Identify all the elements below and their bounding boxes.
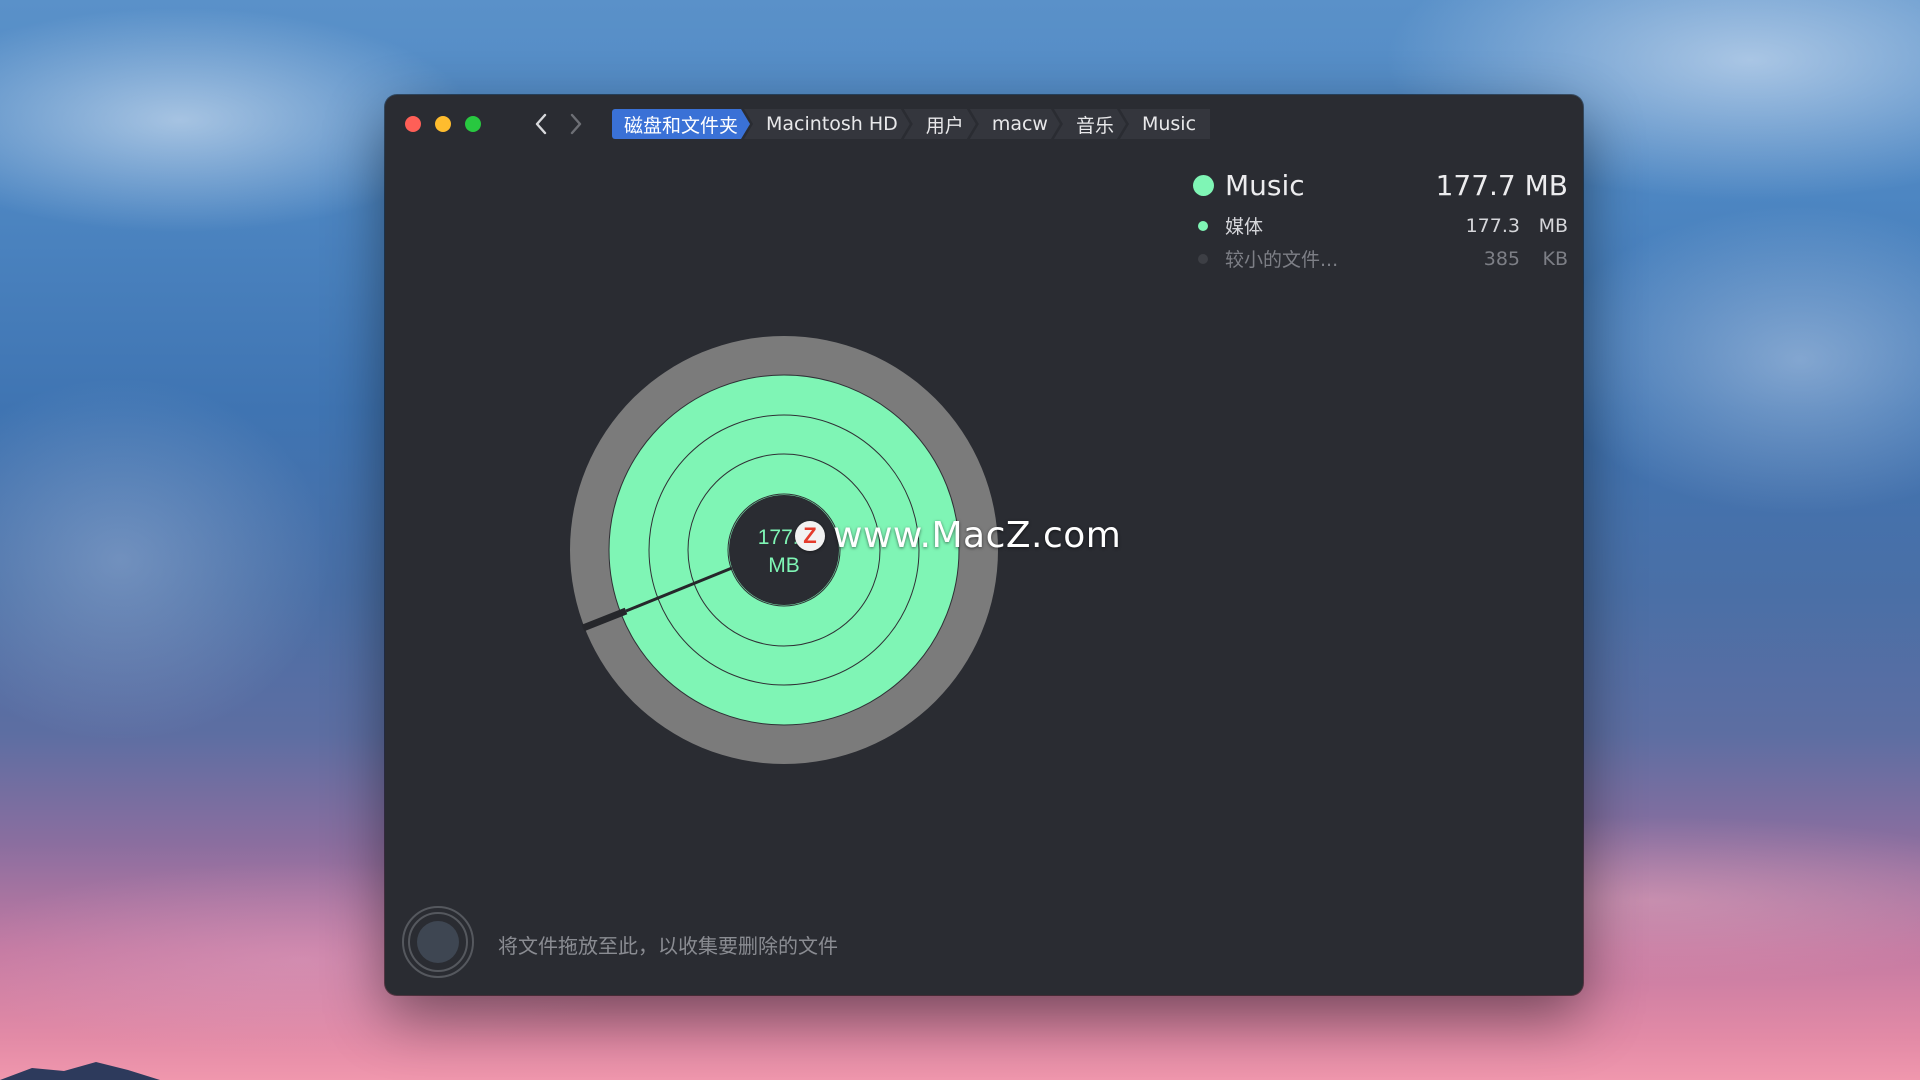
legend-item-unit: KB [1542, 247, 1569, 270]
breadcrumb-item-users[interactable]: 用户 [904, 109, 976, 139]
breadcrumb-item-macintosh-hd[interactable]: Macintosh HD [744, 109, 910, 139]
watermark-logo-letter: Z [803, 522, 817, 548]
breadcrumb-item-disks[interactable]: 磁盘和文件夹 [612, 109, 750, 139]
close-button[interactable] [405, 116, 421, 132]
title-bar: 磁盘和文件夹 Macintosh HD 用户 macw 音乐 Music [385, 95, 1583, 151]
legend-header: Music 177.7 MB [1193, 161, 1568, 209]
media-color-dot [1198, 220, 1208, 231]
legend-folder-size: 177.7 MB [1435, 168, 1568, 202]
chevron-right-icon [570, 113, 582, 135]
legend-item-unit: MB [1538, 214, 1568, 237]
watermark-logo: Z [795, 520, 825, 551]
legend-item-media[interactable]: 媒体 177.3 MB [1193, 209, 1568, 242]
drop-zone-target[interactable] [401, 905, 475, 979]
breadcrumb: 磁盘和文件夹 Macintosh HD 用户 macw 音乐 Music [612, 109, 1211, 139]
legend-item-value: 385 [1483, 247, 1520, 270]
legend-item-label: 媒体 [1225, 216, 1264, 238]
smaller-files-color-dot [1198, 253, 1208, 264]
breadcrumb-item-music[interactable]: Music [1119, 109, 1211, 139]
watermark-text: www.MacZ.com [833, 515, 1122, 556]
chevron-left-icon [535, 113, 547, 135]
center-size-unit: MB [768, 554, 800, 577]
watermark: Z www.MacZ.com [795, 515, 1121, 556]
breadcrumb-item-music-cn[interactable]: 音乐 [1054, 109, 1126, 139]
drop-zone-hint: 将文件拖放至此，以收集要删除的文件 [498, 934, 838, 958]
folder-color-dot [1193, 174, 1214, 196]
legend-item-label: 较小的文件... [1225, 249, 1339, 271]
minimize-button[interactable] [435, 116, 451, 132]
forward-button[interactable] [563, 110, 589, 138]
zoom-button[interactable] [465, 116, 481, 132]
legend-item-value: 177.3 [1465, 214, 1520, 237]
app-window: 磁盘和文件夹 Macintosh HD 用户 macw 音乐 Music Mus… [385, 95, 1583, 995]
back-button[interactable] [528, 110, 554, 138]
breadcrumb-item-macw[interactable]: macw [970, 109, 1060, 139]
legend-item-smaller-files[interactable]: 较小的文件... 385 KB [1193, 242, 1568, 275]
legend-panel: Music 177.7 MB 媒体 177.3 MB 较小的文件... 385 … [1193, 161, 1568, 275]
legend-folder-name: Music [1225, 168, 1305, 202]
